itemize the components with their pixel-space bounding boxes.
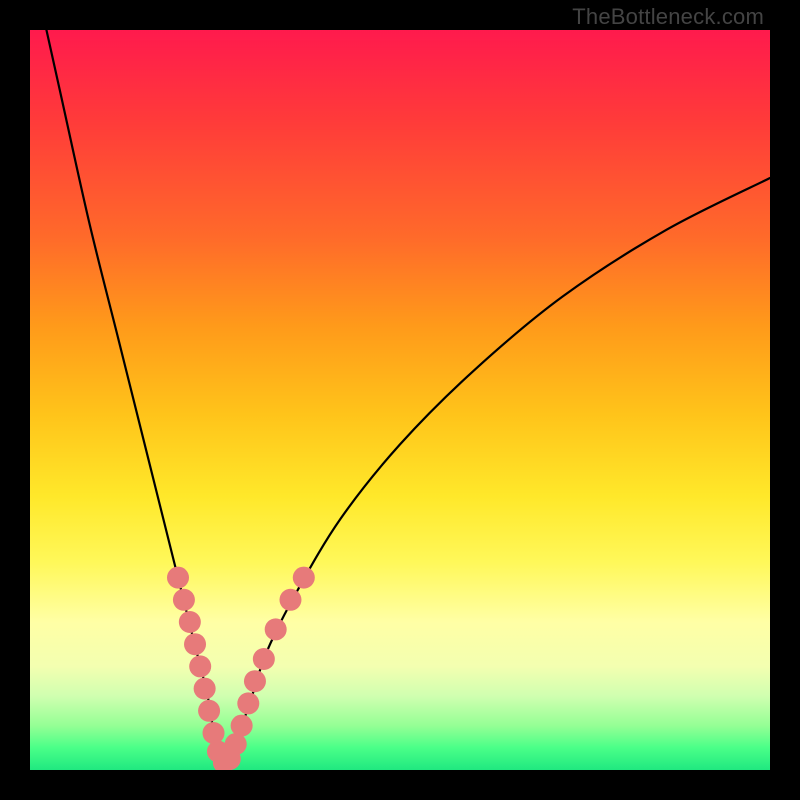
data-marker — [203, 722, 225, 744]
data-marker — [198, 700, 220, 722]
bottleneck-curve — [30, 30, 770, 765]
data-marker — [293, 567, 315, 589]
data-marker — [231, 715, 253, 737]
markers-group — [167, 567, 315, 770]
data-marker — [167, 567, 189, 589]
chart-svg — [30, 30, 770, 770]
data-marker — [173, 589, 195, 611]
watermark-text: TheBottleneck.com — [572, 4, 764, 30]
data-marker — [184, 633, 206, 655]
plot-area — [30, 30, 770, 770]
data-marker — [179, 611, 201, 633]
data-marker — [237, 692, 259, 714]
data-marker — [279, 589, 301, 611]
data-marker — [189, 655, 211, 677]
chart-frame: TheBottleneck.com — [0, 0, 800, 800]
data-marker — [244, 670, 266, 692]
data-marker — [194, 678, 216, 700]
data-marker — [265, 618, 287, 640]
data-marker — [253, 648, 275, 670]
